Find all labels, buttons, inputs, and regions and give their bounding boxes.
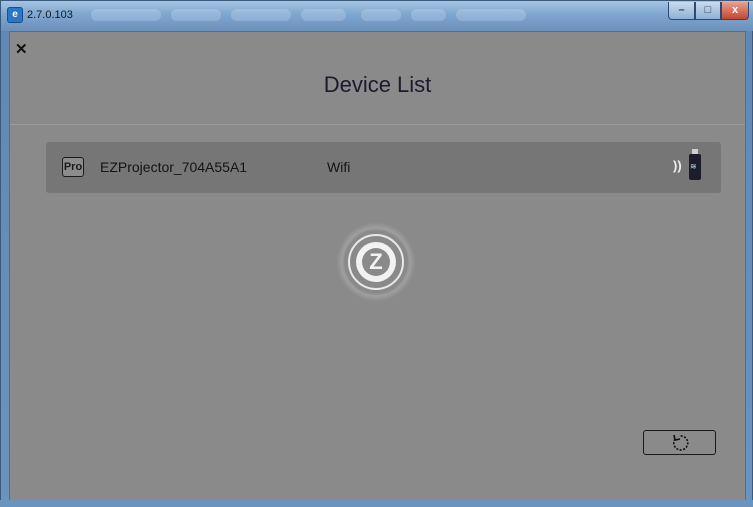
- maximize-icon: □: [704, 4, 712, 16]
- app-panel: ✕ Device List Pro EZProjector_704A55A1 W…: [9, 31, 746, 501]
- maximize-button[interactable]: □: [695, 2, 721, 20]
- close-icon: x: [731, 4, 739, 16]
- device-connection-type: Wifi: [327, 159, 351, 175]
- ez-logo-loading-icon: Z: [336, 222, 416, 302]
- minimize-button[interactable]: –: [668, 2, 695, 20]
- title-bar-decoration: [411, 9, 446, 21]
- close-icon: ✕: [15, 41, 28, 58]
- device-list-item[interactable]: Pro EZProjector_704A55A1 Wifi )) ≋: [46, 142, 721, 193]
- close-panel-button[interactable]: ✕: [15, 40, 28, 58]
- minimize-icon: –: [678, 4, 685, 16]
- title-bar-decoration: [456, 9, 526, 21]
- title-bar-decoration: [231, 9, 291, 21]
- pro-badge: Pro: [62, 157, 84, 177]
- title-bar-decoration: [91, 9, 161, 21]
- refresh-button[interactable]: [643, 430, 716, 455]
- refresh-icon: [672, 434, 689, 451]
- title-bar-decoration: [361, 9, 401, 21]
- window-frame: e 2.7.0.103 – □ x ✕ Device List Pro EZPr…: [0, 0, 753, 507]
- page-title: Device List: [323, 72, 432, 97]
- title-bar-decoration: [171, 9, 221, 21]
- title-bar-decoration: [301, 9, 346, 21]
- header-divider: [10, 124, 745, 125]
- wifi-signal-icon: )): [673, 158, 682, 173]
- usb-dongle-icon: ≋: [689, 149, 701, 180]
- ez-app-icon: e: [7, 7, 23, 23]
- spinner-letter: Z: [362, 248, 390, 276]
- window-close-button[interactable]: x: [721, 2, 749, 20]
- version-label: 2.7.0.103: [27, 9, 73, 21]
- window-bottom-edge: [0, 500, 753, 507]
- device-name: EZProjector_704A55A1: [100, 159, 248, 175]
- title-bar[interactable]: e 2.7.0.103 – □ x: [1, 1, 753, 31]
